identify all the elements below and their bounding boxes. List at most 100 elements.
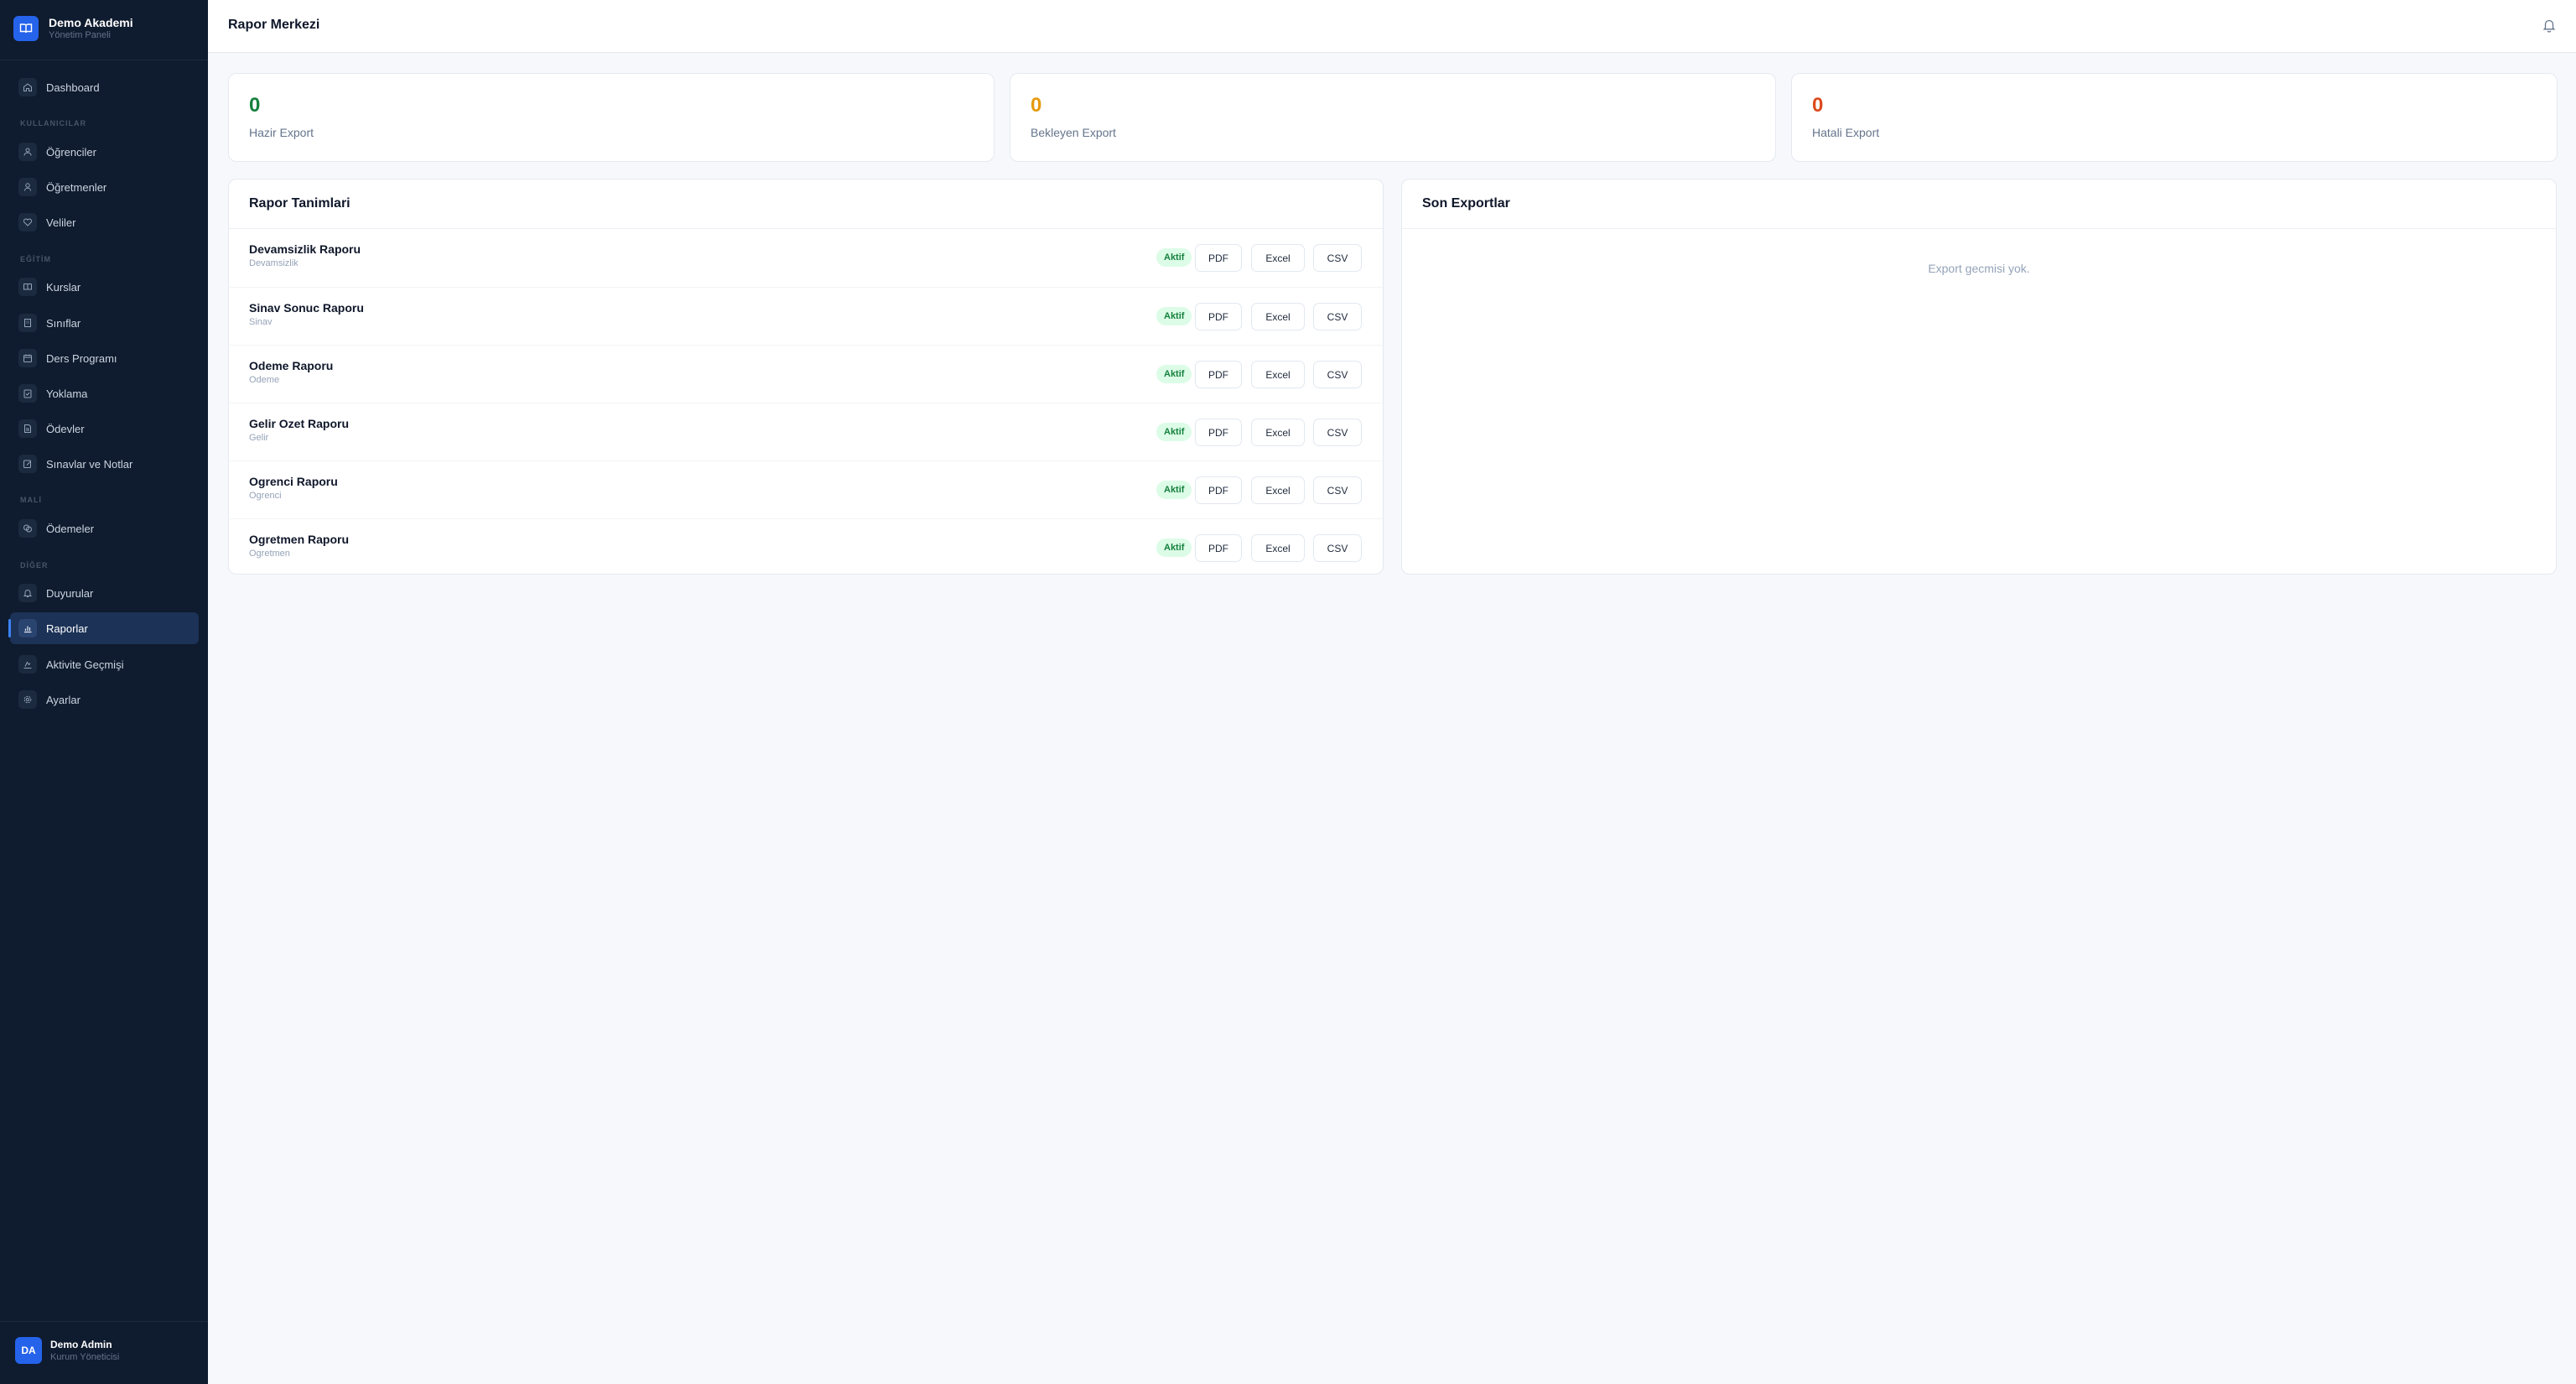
activity-icon — [18, 655, 37, 674]
sidebar-item-exams[interactable]: Sınavlar ve Notlar — [10, 448, 199, 480]
export-csv-button[interactable]: CSV — [1313, 534, 1362, 562]
status-badge: Aktif — [1156, 248, 1192, 267]
sidebar-item-parents[interactable]: Veliler — [10, 206, 199, 238]
sidebar-item-payments[interactable]: Ödemeler — [10, 512, 199, 544]
export-excel-button[interactable]: Excel — [1251, 534, 1305, 562]
home-icon — [18, 78, 37, 96]
calendar-icon — [18, 349, 37, 367]
report-name: Devamsizlik Raporu — [249, 242, 361, 256]
export-excel-button[interactable]: Excel — [1251, 244, 1305, 272]
sidebar-item-courses[interactable]: Kurslar — [10, 271, 199, 303]
nav-section-users: KULLANICILAR — [20, 119, 86, 127]
report-name: Odeme Raporu — [249, 359, 334, 372]
nav-section-education: EĞİTİM — [20, 255, 51, 263]
file-text-icon — [18, 419, 37, 438]
sidebar-item-activity[interactable]: Aktivite Geçmişi — [10, 648, 199, 680]
list-item: Gelir Ozet Raporu Gelir Aktif PDF Excel … — [229, 403, 1383, 460]
empty-state: Export gecmisi yok. — [1928, 262, 2030, 275]
sidebar-item-label: Ders Programı — [46, 351, 117, 365]
list-item: Sinav Sonuc Raporu Sinav Aktif PDF Excel… — [229, 287, 1383, 345]
user-name: Demo Admin — [50, 1338, 112, 1350]
user-profile[interactable]: DA Demo Admin Kurum Yöneticisi — [15, 1337, 119, 1364]
status-badge: Aktif — [1156, 423, 1192, 441]
bell-icon — [18, 584, 37, 602]
report-name: Sinav Sonuc Raporu — [249, 301, 364, 315]
report-category: Ogrenci — [249, 491, 282, 501]
sidebar-item-dashboard[interactable]: Dashboard — [10, 71, 199, 103]
report-name: Ogrenci Raporu — [249, 475, 338, 488]
export-excel-button[interactable]: Excel — [1251, 419, 1305, 446]
export-csv-button[interactable]: CSV — [1313, 303, 1362, 330]
users-icon — [18, 143, 37, 161]
report-name: Ogretmen Raporu — [249, 533, 350, 546]
sidebar-item-label: Sınavlar ve Notlar — [46, 457, 133, 471]
report-name: Gelir Ozet Raporu — [249, 417, 350, 430]
sidebar-item-label: Sınıflar — [46, 316, 81, 330]
top-bar: Rapor Merkezi — [208, 0, 2576, 53]
report-category: Sinav — [249, 317, 273, 327]
user-icon — [18, 178, 37, 196]
export-csv-button[interactable]: CSV — [1313, 361, 1362, 388]
book-open-icon — [13, 16, 39, 41]
export-excel-button[interactable]: Excel — [1251, 476, 1305, 504]
stat-card-pending: 0 Bekleyen Export — [1010, 73, 1776, 162]
sidebar-item-students[interactable]: Öğrenciler — [10, 136, 199, 168]
sidebar-item-label: Öğretmenler — [46, 180, 107, 194]
status-badge: Aktif — [1156, 307, 1192, 325]
sidebar-item-announcements[interactable]: Duyurular — [10, 577, 199, 609]
sidebar-item-homework[interactable]: Ödevler — [10, 413, 199, 445]
sidebar-item-settings[interactable]: Ayarlar — [10, 684, 199, 715]
nav-section-finance: MALİ — [20, 496, 42, 504]
sidebar-item-label: Ödevler — [46, 422, 85, 435]
settings-icon — [18, 690, 37, 709]
status-badge: Aktif — [1156, 365, 1192, 383]
export-csv-button[interactable]: CSV — [1313, 419, 1362, 446]
export-csv-button[interactable]: CSV — [1313, 244, 1362, 272]
export-csv-button[interactable]: CSV — [1313, 476, 1362, 504]
sidebar-item-label: Veliler — [46, 216, 76, 229]
clipboard-check-icon — [18, 384, 37, 403]
brand[interactable]: Demo Akademi Yönetim Paneli — [13, 13, 133, 44]
avatar: DA — [15, 1337, 42, 1364]
list-item: Ogretmen Raporu Ogretmen Aktif PDF Excel… — [229, 518, 1383, 576]
export-pdf-button[interactable]: PDF — [1195, 419, 1242, 446]
sidebar-item-attendance[interactable]: Yoklama — [10, 377, 199, 409]
report-category: Devamsizlik — [249, 258, 299, 268]
panel-title: Son Exportlar — [1422, 196, 1510, 211]
sidebar-item-label: Duyurular — [46, 586, 94, 600]
sidebar-item-schedule[interactable]: Ders Programı — [10, 342, 199, 374]
nav-section-other: DİĞER — [20, 561, 49, 570]
stat-label: Bekleyen Export — [1031, 126, 1116, 139]
report-category: Gelir — [249, 433, 269, 443]
divider — [0, 1321, 208, 1322]
status-badge: Aktif — [1156, 481, 1192, 499]
brand-subtitle: Yönetim Paneli — [49, 30, 111, 40]
stat-value: 0 — [1812, 94, 1824, 117]
stat-label: Hatali Export — [1812, 126, 1880, 139]
list-item: Devamsizlik Raporu Devamsizlik Aktif PDF… — [229, 229, 1383, 287]
building-icon — [18, 314, 37, 332]
panel-title: Rapor Tanimlari — [249, 196, 351, 211]
sidebar-item-label: Ödemeler — [46, 522, 95, 535]
export-excel-button[interactable]: Excel — [1251, 303, 1305, 330]
sidebar-item-label: Öğrenciler — [46, 145, 96, 159]
sidebar-item-teachers[interactable]: Öğretmenler — [10, 171, 199, 203]
list-item: Odeme Raporu Odeme Aktif PDF Excel CSV — [229, 345, 1383, 403]
list-item: Ogrenci Raporu Ogrenci Aktif PDF Excel C… — [229, 460, 1383, 518]
export-pdf-button[interactable]: PDF — [1195, 476, 1242, 504]
sidebar-item-label: Yoklama — [46, 387, 88, 400]
user-role: Kurum Yöneticisi — [50, 1351, 120, 1362]
coins-icon — [18, 519, 37, 538]
bell-icon[interactable] — [2541, 17, 2558, 34]
export-excel-button[interactable]: Excel — [1251, 361, 1305, 388]
export-pdf-button[interactable]: PDF — [1195, 361, 1242, 388]
sidebar-item-reports[interactable]: Raporlar — [8, 612, 199, 644]
sidebar-item-classes[interactable]: Sınıflar — [10, 307, 199, 339]
export-pdf-button[interactable]: PDF — [1195, 303, 1242, 330]
page-title: Rapor Merkezi — [228, 18, 320, 32]
export-pdf-button[interactable]: PDF — [1195, 534, 1242, 562]
divider — [1402, 228, 2556, 229]
brand-title: Demo Akademi — [49, 16, 133, 29]
export-pdf-button[interactable]: PDF — [1195, 244, 1242, 272]
report-category: Ogretmen — [249, 549, 290, 559]
